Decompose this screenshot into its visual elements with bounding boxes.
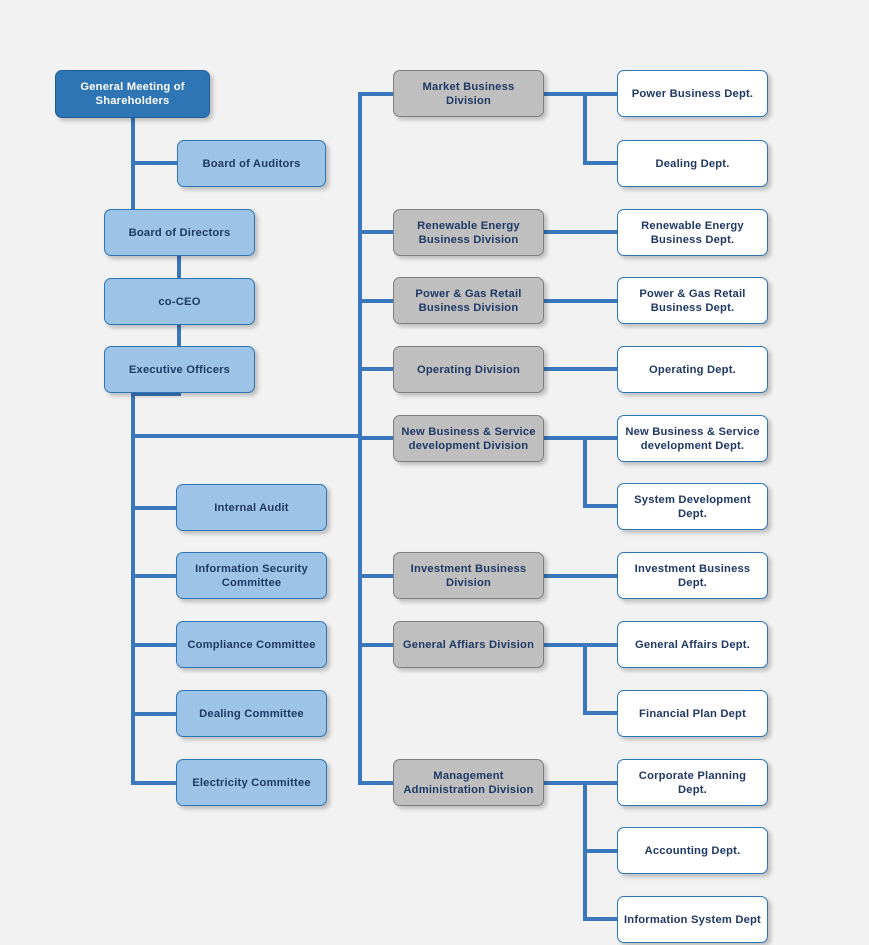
connector-committee-1 xyxy=(131,506,178,510)
node-market-business-division[interactable]: Market Business Division xyxy=(393,70,544,117)
connector-division-stub-8 xyxy=(358,781,394,785)
connector-division-stub-7 xyxy=(358,643,394,647)
connector-ceo-to-exec xyxy=(177,324,181,346)
node-label: General Meeting of Shareholders xyxy=(80,81,185,107)
node-dealing-dept[interactable]: Dealing Dept. xyxy=(617,140,768,187)
node-electricity-committee[interactable]: Electricity Committee xyxy=(176,759,327,806)
node-label: Board of Auditors xyxy=(202,157,301,170)
node-label: Renewable Energy Business Dept. xyxy=(641,219,744,246)
connector-d4-out xyxy=(544,367,618,371)
connector-d7-dept2 xyxy=(583,711,618,715)
connector-d6-out xyxy=(544,574,618,578)
node-label: Accounting Dept. xyxy=(644,844,741,857)
connector-d8-dept3 xyxy=(583,917,618,921)
node-investment-business-division[interactable]: Investment Business Division xyxy=(393,552,544,599)
node-label: Power Business Dept. xyxy=(631,87,754,100)
node-label: General Affiars Division xyxy=(402,638,535,651)
node-power-gas-retail-business-dept[interactable]: Power & Gas Retail Business Dept. xyxy=(617,277,768,324)
connector-d2-out xyxy=(544,230,618,234)
connector-d1-vert xyxy=(583,92,587,162)
node-label: Dealing Dept. xyxy=(655,157,730,170)
node-power-gas-retail-business-division[interactable]: Power & Gas Retail Business Division xyxy=(393,277,544,324)
node-label: Board of Directors xyxy=(128,226,231,239)
node-label: Information System Dept xyxy=(623,913,761,926)
node-compliance-committee[interactable]: Compliance Committee xyxy=(176,621,327,668)
node-label: New Business & Service development Divis… xyxy=(401,425,536,452)
connector-auditors-branch xyxy=(131,161,178,165)
node-executive-officers[interactable]: Executive Officers xyxy=(104,346,255,393)
node-investment-business-dept[interactable]: Investment Business Dept. xyxy=(617,552,768,599)
connector-d8-dept2 xyxy=(583,849,618,853)
connector-committee-3 xyxy=(131,643,178,647)
connector-board-to-ceo xyxy=(177,256,181,278)
node-board-of-auditors[interactable]: Board of Auditors xyxy=(177,140,326,187)
node-label: Executive Officers xyxy=(128,363,231,376)
node-label: Information Security Committee xyxy=(195,562,308,589)
connector-d7-vert xyxy=(583,643,587,714)
connector-division-stub-6 xyxy=(358,574,394,578)
connector-d5-dept2 xyxy=(583,504,618,508)
node-co-ceo[interactable]: co-CEO xyxy=(104,278,255,325)
node-label: Financial Plan Dept xyxy=(639,707,746,720)
node-board-of-directors[interactable]: Board of Directors xyxy=(104,209,255,256)
connector-d3-out xyxy=(544,299,618,303)
node-label: Operating Dept. xyxy=(649,363,736,376)
node-label: Power & Gas Retail Business Division xyxy=(415,287,522,314)
node-label: co-CEO xyxy=(158,295,201,308)
node-label: New Business & Service development Dept. xyxy=(625,425,760,452)
connector-division-stub-2 xyxy=(358,230,394,234)
node-operating-dept[interactable]: Operating Dept. xyxy=(617,346,768,393)
node-dealing-committee[interactable]: Dealing Committee xyxy=(176,690,327,737)
connector-division-stub-4 xyxy=(358,367,394,371)
node-information-security-committee[interactable]: Information Security Committee xyxy=(176,552,327,599)
node-general-meeting-of-shareholders[interactable]: General Meeting of Shareholders xyxy=(55,70,210,118)
node-label: Investment Business Division xyxy=(410,562,527,589)
node-system-development-dept[interactable]: System Development Dept. xyxy=(617,483,768,530)
connector-d7-out xyxy=(544,643,618,647)
node-renewable-energy-business-division[interactable]: Renewable Energy Business Division xyxy=(393,209,544,256)
connector-committee-4 xyxy=(131,712,178,716)
node-label: Renewable Energy Business Division xyxy=(417,219,520,246)
node-internal-audit[interactable]: Internal Audit xyxy=(176,484,327,531)
connector-d1-out xyxy=(544,92,618,96)
connector-division-stub-1 xyxy=(358,92,394,96)
node-label: Operating Division xyxy=(416,363,521,376)
connector-d1-dept2 xyxy=(583,161,618,165)
node-label: Management Administration Division xyxy=(403,769,534,796)
node-label: Corporate Planning Dept. xyxy=(638,769,747,796)
connector-committee-5 xyxy=(131,781,178,785)
node-label: Market Business Division xyxy=(422,80,515,107)
node-label: General Affairs Dept. xyxy=(634,638,751,651)
node-corporate-planning-dept[interactable]: Corporate Planning Dept. xyxy=(617,759,768,806)
connector-exec-to-divisions xyxy=(131,434,362,438)
connector-d5-vert xyxy=(583,436,587,507)
node-new-business-service-development-dept[interactable]: New Business & Service development Dept. xyxy=(617,415,768,462)
node-label: Dealing Committee xyxy=(199,707,304,720)
node-label: Compliance Committee xyxy=(187,638,316,651)
node-power-business-dept[interactable]: Power Business Dept. xyxy=(617,70,768,117)
node-financial-plan-dept[interactable]: Financial Plan Dept xyxy=(617,690,768,737)
node-renewable-energy-business-dept[interactable]: Renewable Energy Business Dept. xyxy=(617,209,768,256)
node-general-affairs-dept[interactable]: General Affairs Dept. xyxy=(617,621,768,668)
connector-d5-out xyxy=(544,436,618,440)
connector-exec-down xyxy=(131,392,135,784)
node-operating-division[interactable]: Operating Division xyxy=(393,346,544,393)
connector-division-stub-5 xyxy=(358,436,394,440)
node-label: Internal Audit xyxy=(214,501,289,514)
node-label: Electricity Committee xyxy=(192,776,311,789)
connector-committee-2 xyxy=(131,574,178,578)
connector-d8-out xyxy=(544,781,618,785)
node-accounting-dept[interactable]: Accounting Dept. xyxy=(617,827,768,874)
node-information-system-dept[interactable]: Information System Dept xyxy=(617,896,768,943)
node-label: Investment Business Dept. xyxy=(634,562,751,589)
org-chart: General Meeting of Shareholders Board of… xyxy=(0,0,869,945)
node-label: System Development Dept. xyxy=(634,493,751,520)
node-management-administration-division[interactable]: Management Administration Division xyxy=(393,759,544,806)
node-label: Power & Gas Retail Business Dept. xyxy=(639,287,746,314)
connector-division-stub-3 xyxy=(358,299,394,303)
node-new-business-service-development-division[interactable]: New Business & Service development Divis… xyxy=(393,415,544,462)
node-general-affairs-division[interactable]: General Affiars Division xyxy=(393,621,544,668)
